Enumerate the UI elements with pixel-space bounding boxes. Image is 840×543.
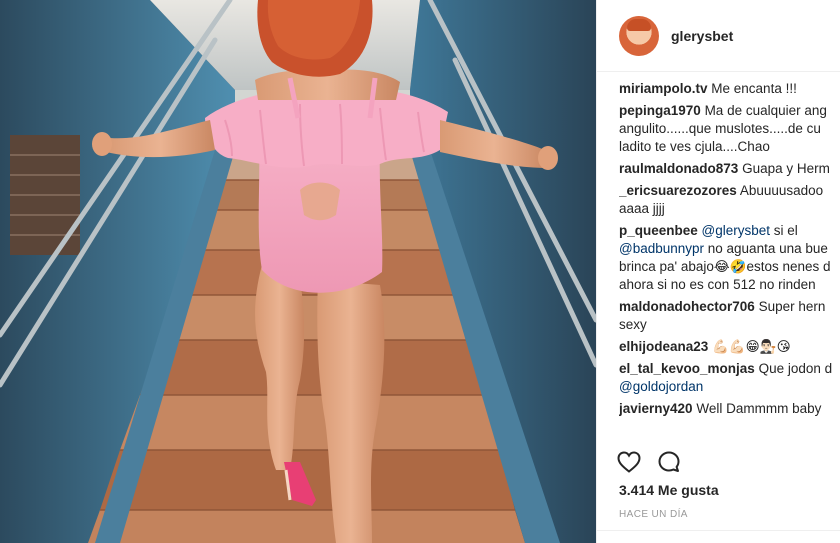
comment-username[interactable]: maldonadohector706: [619, 299, 755, 314]
comment-username[interactable]: elhijodeana23: [619, 339, 708, 354]
post-header: glerysbet: [597, 0, 840, 72]
comment-item: elhijodeana23 💪🏻💪🏻😁👨🏻‍⚖️😘: [619, 338, 840, 356]
comment-item: _ericsuarezozores Abuuuusadoo aaaa jjjj: [619, 182, 840, 218]
comment-item: maldonadohector706 Super hern sexy: [619, 298, 840, 334]
comment-item: p_queenbee @glerysbet si el @badbunnypr …: [619, 222, 840, 294]
comment-text: Me encanta !!!: [711, 81, 797, 96]
comment-username[interactable]: _ericsuarezozores: [619, 183, 737, 198]
comment-item: miriampolo.tv Me encanta !!!: [619, 80, 840, 98]
comment-text: Guapa y Herm: [742, 161, 830, 176]
post-timestamp: HACE UN DÍA: [619, 509, 688, 520]
comment-item: raulmaldonado873 Guapa y Herm: [619, 160, 840, 178]
post-side-panel: glerysbet miriampolo.tv Me encanta !!! p…: [596, 0, 840, 543]
instagram-post: glerysbet miriampolo.tv Me encanta !!! p…: [0, 0, 840, 543]
comment-bubble-icon: [658, 451, 680, 472]
comment-text: Well Dammmm baby: [696, 401, 822, 416]
comment-username[interactable]: el_tal_kevoo_monjas: [619, 361, 755, 376]
comment-text: sexy: [619, 317, 647, 332]
comment-text: no aguanta una bue: [704, 241, 828, 256]
post-photo[interactable]: [0, 0, 596, 543]
mention-link[interactable]: @glerysbet: [702, 223, 770, 238]
mention-link[interactable]: @badbunnypr: [619, 241, 704, 256]
comment-item: pepinga1970 Ma de cualquier ang angulito…: [619, 102, 840, 156]
comment-text: Que jodon d: [758, 361, 833, 376]
comment-text: ladito te ves cjula....Chao: [619, 139, 770, 154]
comment-text: Abuuuusadoo: [739, 183, 824, 198]
like-button[interactable]: [615, 448, 643, 476]
comment-item: el_tal_kevoo_monjas Que jodon d @goldojo…: [619, 360, 840, 396]
comment-username[interactable]: javierny420: [619, 401, 693, 416]
staircase-photo: [0, 0, 596, 543]
comment-username[interactable]: miriampolo.tv: [619, 81, 708, 96]
avatar[interactable]: [619, 15, 659, 56]
comment-username[interactable]: raulmaldonado873: [619, 161, 738, 176]
comment-text: Super hern: [758, 299, 826, 314]
comment-button[interactable]: [655, 448, 683, 476]
comment-text: 💪🏻💪🏻😁👨🏻‍⚖️😘: [712, 339, 791, 354]
divider: [597, 530, 840, 531]
post-actions: [615, 448, 695, 476]
comment-list: miriampolo.tv Me encanta !!! pepinga1970…: [619, 80, 840, 422]
comment-username[interactable]: p_queenbee: [619, 223, 698, 238]
comment-username[interactable]: pepinga1970: [619, 103, 701, 118]
comment-text: aaaa jjjj: [619, 201, 665, 216]
like-count[interactable]: 3.414 Me gusta: [619, 482, 719, 498]
mention-link[interactable]: @goldojordan: [619, 378, 840, 396]
comment-item: javierny420 Well Dammmm baby: [619, 400, 840, 418]
heart-icon: [617, 451, 641, 473]
comment-text: ahora si no es con 512 no rinden: [619, 277, 816, 292]
comment-text: angulito......que muslotes.....de cu: [619, 121, 821, 136]
comment-text: Ma de cualquier ang: [704, 103, 827, 118]
post-username[interactable]: glerysbet: [671, 28, 733, 44]
comment-text: brinca pa' abajo😂🤣estos nenes d: [619, 259, 831, 274]
comment-text: si el: [770, 223, 798, 238]
